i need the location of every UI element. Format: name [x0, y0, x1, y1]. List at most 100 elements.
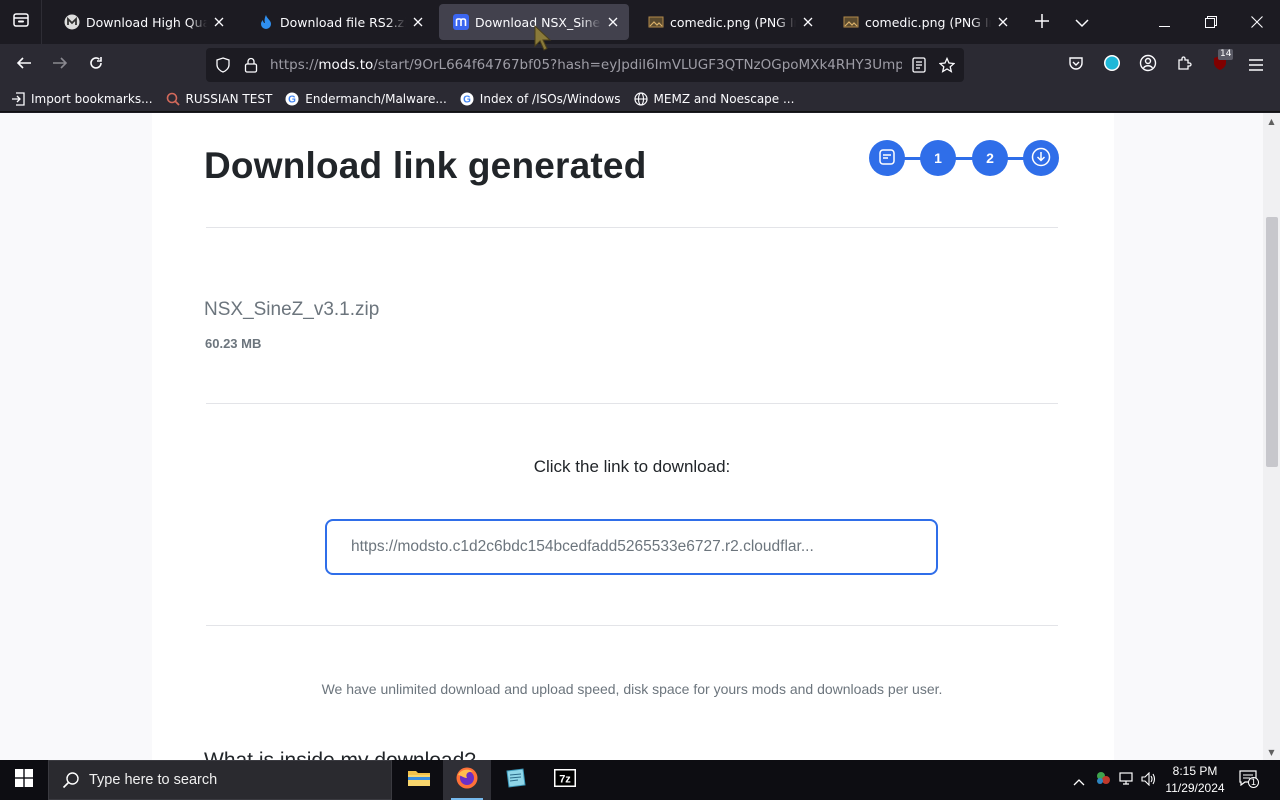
ublock-button[interactable]: 14 [1204, 49, 1236, 81]
taskbar-file-explorer[interactable] [395, 760, 443, 800]
bookmark-label: Endermanch/Malware... [305, 91, 447, 106]
minimize-icon [1159, 13, 1171, 32]
step-download [1023, 140, 1059, 176]
tray-app[interactable] [1092, 760, 1114, 800]
restore-icon [1205, 13, 1217, 32]
import-icon [10, 91, 26, 107]
forward-button[interactable] [44, 49, 76, 81]
start-button[interactable] [0, 760, 48, 800]
close-tab-icon[interactable] [995, 14, 1011, 30]
taskbar-notepad-app[interactable] [491, 760, 539, 800]
taskbar-firefox[interactable] [443, 760, 491, 800]
clock-date: 11/29/2024 [1165, 781, 1225, 795]
reload-button[interactable] [80, 49, 112, 81]
reader-view-icon[interactable] [908, 54, 930, 76]
tab-download-file-rs2[interactable]: Download file RS2.zip - M [244, 4, 434, 40]
firefox-view-button[interactable] [0, 0, 42, 44]
back-button[interactable] [8, 49, 40, 81]
menu-button[interactable] [1240, 49, 1272, 81]
list-all-tabs-button[interactable] [1066, 0, 1098, 44]
bookmark-star-icon[interactable] [936, 54, 958, 76]
network-icon [1119, 771, 1135, 790]
chevron-up-icon [1073, 771, 1085, 790]
notification-count: 1 [1248, 777, 1259, 788]
clock-time: 8:15 PM [1172, 764, 1218, 778]
scrollbar-thumb[interactable] [1266, 217, 1278, 467]
volume-button[interactable] [1138, 760, 1160, 800]
tab-title: Download file RS2.zip - M [280, 14, 406, 30]
close-tab-icon[interactable] [211, 14, 227, 30]
windows-taskbar: Type here to search 7z 8:15 PM 11/29/202… [0, 760, 1280, 800]
lock-icon[interactable] [240, 54, 262, 76]
minimize-button[interactable] [1142, 0, 1188, 44]
page-viewport: Download link generated 1 2 NSX_SineZ_v3… [0, 113, 1280, 760]
extension-badge: 14 [1218, 49, 1234, 60]
clipboard-icon [878, 148, 896, 169]
close-icon [1251, 13, 1263, 32]
url-text[interactable]: https://mods.to/start/9OrL664f64767bf05?… [270, 48, 902, 82]
puzzle-icon [1176, 55, 1192, 75]
close-window-button[interactable] [1234, 0, 1280, 44]
google-icon: G [284, 91, 300, 107]
tab-title: Download High Quality A [86, 14, 207, 30]
tab-comedic-png-2[interactable]: comedic.png (PNG Image [829, 4, 1019, 40]
download-link[interactable]: https://modsto.c1d2c6bdc154bcedfadd52655… [325, 519, 938, 575]
flame-logo-icon [258, 14, 274, 30]
bookmark-import[interactable]: Import bookmarks... [10, 91, 153, 107]
notifications-button[interactable]: 1 [1234, 760, 1262, 800]
extensions-button[interactable] [1168, 49, 1200, 81]
bookmark-index-isos[interactable]: G Index of /ISOs/Windows [459, 91, 621, 107]
url-host: mods.to [318, 57, 374, 73]
search-icon [61, 770, 81, 790]
url-path: /start/9OrL664f64767bf05?hash=eyJpdiI6Im… [373, 57, 902, 73]
bookmark-memz[interactable]: MEMZ and Noescape ... [633, 91, 794, 107]
m-logo-icon [453, 14, 469, 30]
tab-title: comedic.png (PNG Image [670, 14, 796, 30]
step-1: 1 [920, 140, 956, 176]
firefox-icon [455, 766, 479, 794]
close-tab-icon[interactable] [800, 14, 816, 30]
close-tab-icon[interactable] [605, 14, 621, 30]
bookmark-endermanch[interactable]: G Endermanch/Malware... [284, 91, 447, 107]
taskbar-search-box[interactable]: Type here to search [48, 760, 392, 800]
content-card [152, 113, 1114, 760]
new-tab-button[interactable] [1026, 0, 1058, 44]
tab-download-high-quality[interactable]: Download High Quality A [50, 4, 235, 40]
download-icon [1031, 147, 1051, 170]
bookmark-label: Import bookmarks... [31, 91, 153, 106]
account-icon [1139, 54, 1157, 76]
close-tab-icon[interactable] [410, 14, 426, 30]
extension-button[interactable] [1096, 49, 1128, 81]
tracking-protection-shield-icon[interactable] [212, 54, 234, 76]
image-file-icon [648, 14, 664, 30]
pocket-button[interactable] [1060, 49, 1092, 81]
notepad-icon [503, 767, 527, 793]
file-size: 60.23 MB [205, 336, 262, 351]
address-bar[interactable]: https://mods.to/start/9OrL664f64767bf05?… [206, 48, 964, 82]
7zip-icon: 7z [553, 768, 577, 792]
tab-comedic-png-1[interactable]: comedic.png (PNG Image [634, 4, 824, 40]
mods-logo-icon [64, 14, 80, 30]
show-hidden-icons-button[interactable] [1068, 760, 1090, 800]
network-button[interactable] [1116, 760, 1138, 800]
color-circle-icon [1103, 54, 1121, 76]
windows-logo-icon [15, 769, 33, 791]
account-button[interactable] [1132, 49, 1164, 81]
step-connector [887, 157, 1041, 160]
speaker-icon [1141, 771, 1157, 790]
firefox-view-icon [12, 11, 30, 33]
page-title: Download link generated [204, 145, 647, 186]
restore-button[interactable] [1188, 0, 1234, 44]
shield-tray-icon [1095, 770, 1111, 790]
reload-icon [88, 55, 104, 75]
vertical-scrollbar[interactable]: ▲ ▼ [1263, 113, 1280, 760]
scroll-down-arrow-icon[interactable]: ▼ [1263, 744, 1280, 760]
folder-icon [407, 768, 431, 792]
bookmark-russian-test[interactable]: RUSSIAN TEST [165, 91, 272, 107]
shield-badge-icon: 14 [1212, 49, 1234, 75]
scroll-up-arrow-icon[interactable]: ▲ [1263, 113, 1280, 129]
taskbar-7zip[interactable]: 7z [541, 760, 589, 800]
system-clock[interactable]: 8:15 PM 11/29/2024 [1160, 760, 1230, 800]
step-indicator: 1 2 [869, 140, 1059, 176]
arrow-right-icon [52, 55, 68, 75]
